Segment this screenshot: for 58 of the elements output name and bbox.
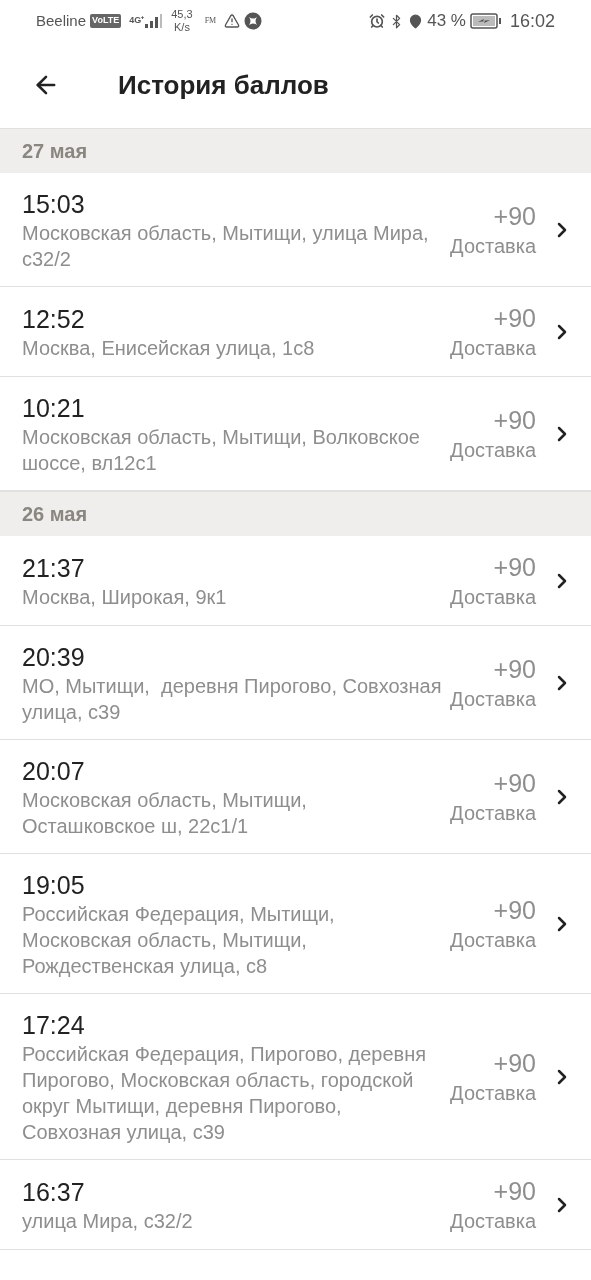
row-time: 10:21 <box>22 393 86 424</box>
points-type: Доставка <box>450 336 536 361</box>
points-type: Доставка <box>450 585 536 610</box>
history-row[interactable]: 17:24 Российская Федерация, Пирогово, деревня Пирогово, Московская область, городской округ Мытищи, деревня Пирогово, Совхозная улица, с39 +90 Доставка <box>0 994 591 1160</box>
row-time: 12:52 <box>22 304 86 335</box>
page-title: История баллов <box>118 68 329 102</box>
points-type: Доставка <box>450 687 536 712</box>
date-header: 26 мая <box>0 491 591 536</box>
clock-time: 16:02 <box>509 9 555 33</box>
points-type: Доставка <box>450 234 536 259</box>
signal-icon <box>145 14 164 28</box>
circle-x-icon <box>244 12 263 30</box>
points-type: Доставка <box>450 928 536 953</box>
row-time: 17:24 <box>22 1010 86 1041</box>
row-time: 20:39 <box>22 642 86 673</box>
row-time: 21:37 <box>22 553 86 584</box>
points-type: Доставка <box>450 801 536 826</box>
history-row[interactable]: 20:07 Московская область, Мытищи, Осташковское ш, 22с1/1 +90 Доставка <box>0 740 591 854</box>
row-address: МО, Мытищи, деревня Пирогово, Совхозная улица, с39 <box>22 674 443 725</box>
row-address: Московская область, Мытищи, Волковское шоссе, вл12с1 <box>22 425 421 476</box>
warning-icon <box>224 13 241 29</box>
points-type: Доставка <box>450 1081 536 1106</box>
history-row[interactable]: 19:05 Российская Федерация, Мытищи, Московская область, Мытищи, Рождественская улица, с8 +90 Доставка <box>0 854 591 994</box>
row-time: 16:37 <box>22 1177 86 1208</box>
row-time: 15:03 <box>22 189 86 220</box>
date-header: 27 мая <box>0 128 591 173</box>
row-address: Москва, Енисейская улица, 1с8 <box>22 336 316 361</box>
history-row[interactable]: 16:37 улица Мира, с32/2 +90 Доставка <box>0 1160 591 1250</box>
location-icon <box>408 13 424 29</box>
points-value: +90 <box>493 768 536 799</box>
points-value: +90 <box>493 895 536 926</box>
row-time: 20:07 <box>22 756 86 787</box>
row-address: улица Мира, с32/2 <box>22 1209 194 1234</box>
row-address: Российская Федерация, Пирогово, деревня Пирогово, Московская область, городской округ Мытищи, деревня Пирогово, Совхозная улица, с39 <box>22 1042 428 1145</box>
points-value: +90 <box>493 303 536 334</box>
points-value: +90 <box>493 654 536 685</box>
points-value: +90 <box>493 201 536 232</box>
points-value: +90 <box>493 1048 536 1079</box>
row-address: Москва, Широкая, 9к1 <box>22 585 228 610</box>
network-type: 4G⁺ <box>129 14 145 28</box>
history-row[interactable]: 12:52 Москва, Енисейская улица, 1с8 +90 Доставка <box>0 287 591 377</box>
points-value: +90 <box>493 405 536 436</box>
row-address: Московская область, Мытищи, Осташковское ш, 22с1/1 <box>22 788 308 839</box>
alarm-icon <box>369 13 386 29</box>
points-value: +90 <box>493 1176 536 1207</box>
carrier-name: Beeline <box>36 10 87 31</box>
points-value: +90 <box>493 552 536 583</box>
row-time: 19:05 <box>22 870 86 901</box>
fm-label: FM <box>204 15 217 27</box>
row-address: Московская область, Мытищи, улица Мира, с32/2 <box>22 221 430 272</box>
points-type: Доставка <box>450 438 536 463</box>
speed-reading: 45,3 K/s <box>171 8 193 34</box>
points-type: Доставка <box>450 1209 536 1234</box>
battery-charging-icon <box>469 13 502 29</box>
history-row[interactable]: 21:37 Москва, Широкая, 9к1 +90 Доставка <box>0 536 591 626</box>
row-address: Российская Федерация, Мытищи, Московская область, Мытищи, Рождественская улица, с8 <box>22 902 336 979</box>
battery-percent: 43 % <box>427 10 466 33</box>
volte-badge: VoLTE <box>90 14 122 28</box>
